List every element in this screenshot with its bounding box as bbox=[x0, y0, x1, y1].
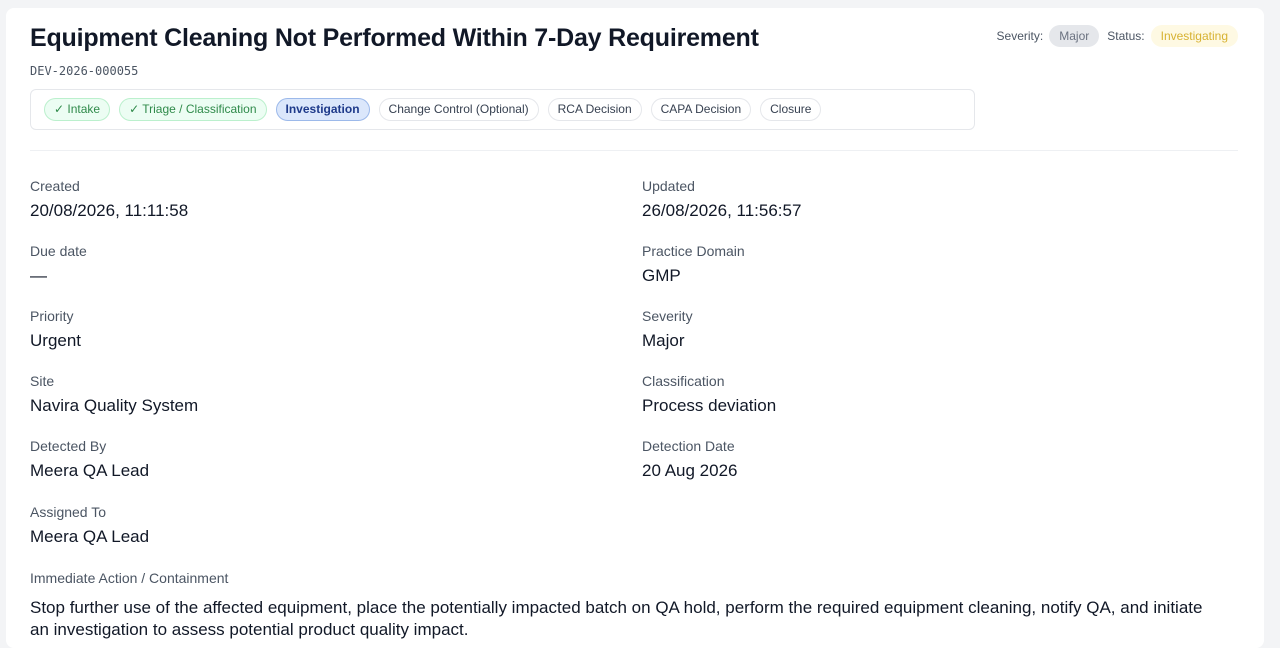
field-value: 26/08/2026, 11:56:57 bbox=[642, 201, 802, 220]
field-label: Created bbox=[30, 178, 80, 194]
field-label: Updated bbox=[642, 178, 695, 194]
deviation-detail-card: Equipment Cleaning Not Performed Within … bbox=[6, 8, 1264, 648]
field-value: Process deviation bbox=[642, 396, 777, 415]
field-value: Major bbox=[642, 331, 685, 350]
field-practice-domain: Practice Domain GMP bbox=[642, 242, 745, 286]
severity-badge: Major bbox=[1049, 25, 1100, 47]
field-label: Site bbox=[30, 373, 55, 389]
field-label: Assigned To bbox=[30, 504, 107, 520]
field-value: 20 Aug 2026 bbox=[642, 461, 738, 480]
field-assigned-to: Assigned To Meera QA Lead bbox=[30, 503, 149, 547]
page-title: Equipment Cleaning Not Performed Within … bbox=[30, 24, 759, 52]
severity-label: Severity: bbox=[996, 29, 1044, 43]
field-label: Immediate Action / Containment bbox=[30, 570, 229, 586]
field-value: — bbox=[30, 266, 47, 285]
step-intake[interactable]: ✓ Intake bbox=[44, 98, 111, 121]
field-label: Classification bbox=[642, 373, 725, 389]
section-divider bbox=[30, 150, 1238, 151]
workflow-stepper: ✓ Intake ✓ Triage / Classification Inves… bbox=[30, 89, 975, 130]
field-classification: Classification Process deviation bbox=[642, 372, 776, 416]
field-detection-date: Detection Date 20 Aug 2026 bbox=[642, 437, 737, 481]
field-site: Site Navira Quality System bbox=[30, 372, 198, 416]
step-capa-decision[interactable]: CAPA Decision bbox=[650, 98, 752, 121]
field-label: Detection Date bbox=[642, 438, 735, 454]
status-badge: Investigating bbox=[1150, 25, 1238, 47]
step-closure[interactable]: Closure bbox=[760, 98, 822, 121]
field-label: Practice Domain bbox=[642, 243, 745, 259]
field-label: Due date bbox=[30, 243, 87, 259]
field-label: Severity bbox=[642, 308, 693, 324]
field-updated: Updated 26/08/2026, 11:56:57 bbox=[642, 177, 801, 221]
field-label: Detected By bbox=[30, 438, 107, 454]
step-change-control[interactable]: Change Control (Optional) bbox=[378, 98, 539, 121]
field-created: Created 20/08/2026, 11:11:58 bbox=[30, 177, 188, 221]
field-value: Meera QA Lead bbox=[30, 527, 150, 546]
status-label: Status: bbox=[1107, 29, 1145, 43]
field-due-date: Due date — bbox=[30, 242, 87, 286]
field-priority: Priority Urgent bbox=[30, 307, 81, 351]
field-value: 20/08/2026, 11:11:58 bbox=[30, 201, 189, 220]
immediate-action-section: Immediate Action / Containment Stop furt… bbox=[30, 569, 1220, 641]
deviation-id: DEV-2026-000055 bbox=[30, 64, 139, 78]
field-value: GMP bbox=[642, 266, 681, 285]
step-triage-classification[interactable]: ✓ Triage / Classification bbox=[119, 98, 267, 121]
step-rca-decision[interactable]: RCA Decision bbox=[547, 98, 642, 121]
immediate-action-text: Stop further use of the affected equipme… bbox=[30, 598, 1203, 639]
field-value: Urgent bbox=[30, 331, 82, 350]
field-detected-by: Detected By Meera QA Lead bbox=[30, 437, 149, 481]
step-investigation[interactable]: Investigation bbox=[275, 98, 370, 121]
field-severity: Severity Major bbox=[642, 307, 693, 351]
header-status-area: Severity: Major Status: Investigating bbox=[997, 25, 1238, 47]
field-value: Navira Quality System bbox=[30, 396, 199, 415]
field-label: Priority bbox=[30, 308, 74, 324]
field-value: Meera QA Lead bbox=[30, 461, 150, 480]
